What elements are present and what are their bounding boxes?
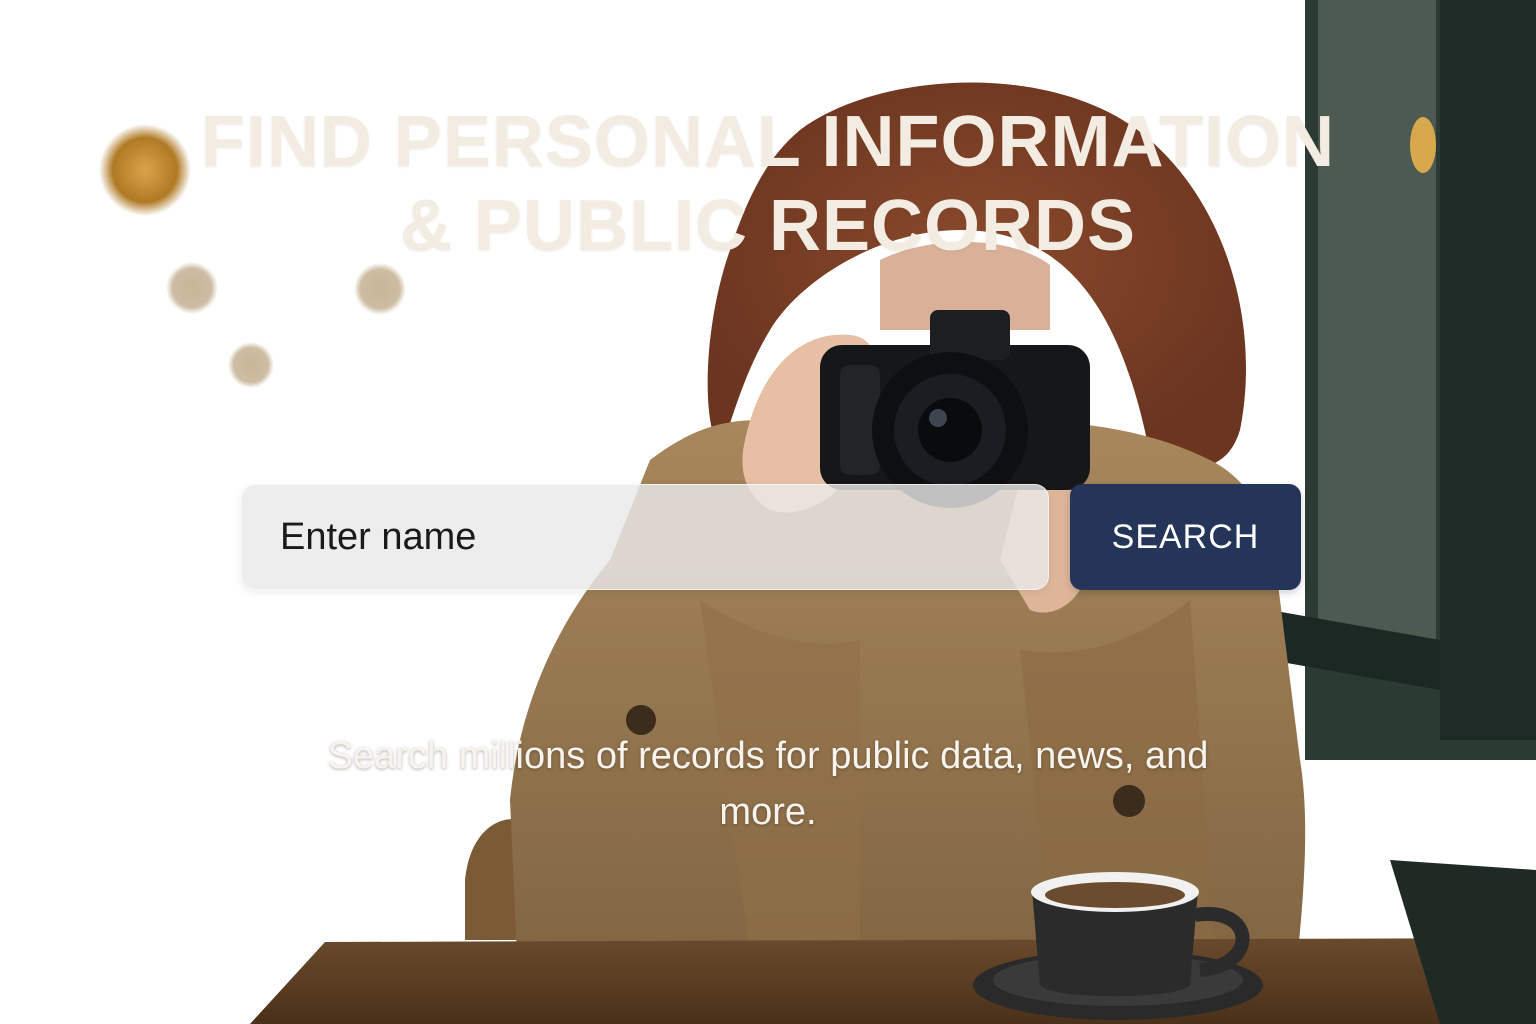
bokeh-light [228,342,274,388]
hero-section: FIND PERSONAL INFORMATION & PUBLIC RECOR… [0,0,1536,1024]
table [250,938,1536,1024]
name-search-input[interactable] [241,484,1049,590]
headline-line-2: & PUBLIC RECORDS [399,186,1137,266]
bokeh-light [354,263,406,315]
hero-subtitle: Search millions of records for public da… [327,735,1209,833]
bokeh-light [166,262,218,314]
search-button[interactable]: SEARCH [1070,484,1301,590]
page-headline: FIND PERSONAL INFORMATION & PUBLIC RECOR… [0,100,1536,268]
headline-line-1: FIND PERSONAL INFORMATION [200,102,1336,182]
search-bar: SEARCH [241,484,1301,590]
